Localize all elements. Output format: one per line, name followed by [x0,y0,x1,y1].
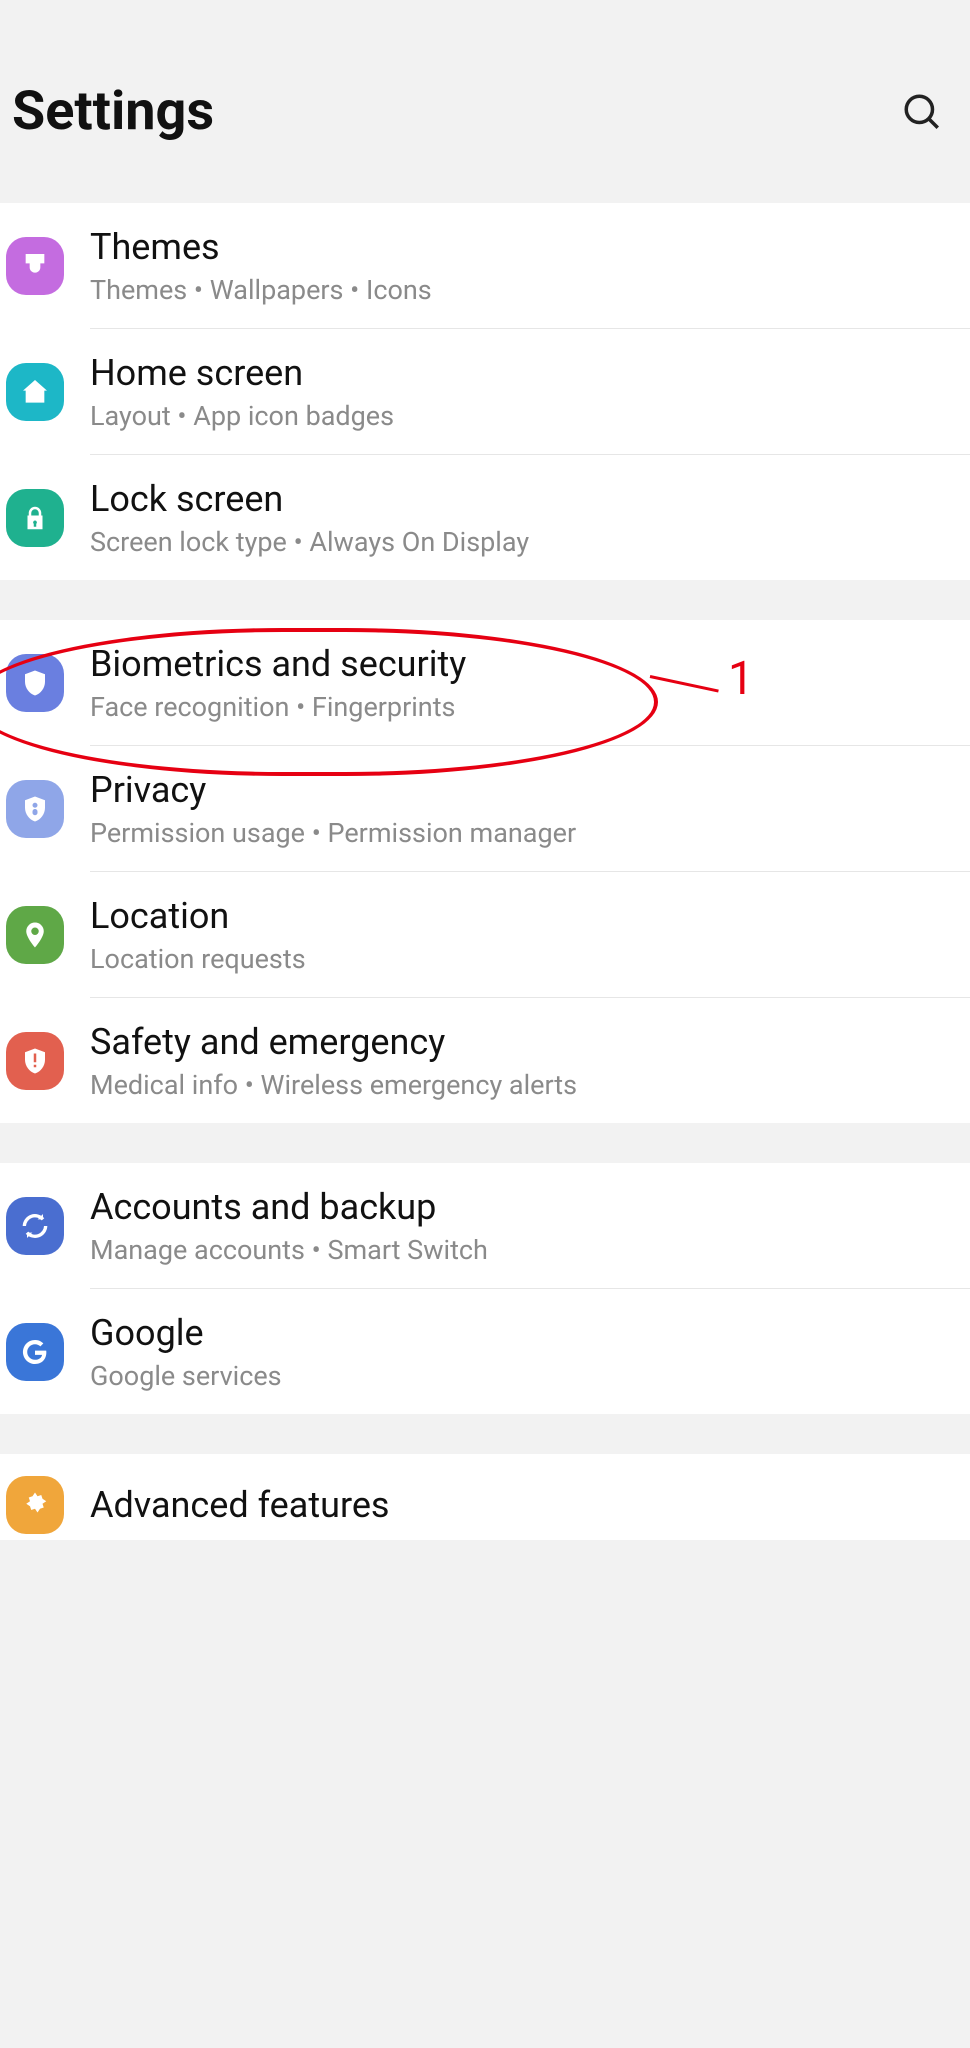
item-text: Accounts and backup Manage accounts • Sm… [90,1185,958,1266]
item-text: Biometrics and security Face recognition… [90,642,958,723]
alert-icon [6,1032,64,1090]
item-text: Lock screen Screen lock type • Always On… [90,477,958,558]
brush-icon [6,237,64,295]
item-subtitle: Google services [90,1360,958,1392]
item-text: Themes Themes • Wallpapers • Icons [90,225,958,306]
item-text: Google Google services [90,1311,958,1392]
group-gap [0,1414,970,1454]
item-title: Biometrics and security [90,642,958,687]
item-subtitle: Medical info • Wireless emergency alerts [90,1069,958,1101]
search-icon [901,91,943,133]
item-title: Advanced features [90,1483,958,1528]
app-header: Settings [0,0,970,203]
item-title: Accounts and backup [90,1185,958,1230]
sync-icon [6,1197,64,1255]
gear-icon [6,1476,64,1534]
item-subtitle: Permission usage • Permission manager [90,817,958,849]
settings-item-safety[interactable]: Safety and emergency Medical info • Wire… [0,998,970,1123]
item-subtitle: Screen lock type • Always On Display [90,526,958,558]
settings-item-home-screen[interactable]: Home screen Layout • App icon badges [0,329,970,454]
settings-group: Advanced features [0,1454,970,1540]
item-title: Safety and emergency [90,1020,958,1065]
settings-item-privacy[interactable]: Privacy Permission usage • Permission ma… [0,746,970,871]
settings-item-lock-screen[interactable]: Lock screen Screen lock type • Always On… [0,455,970,580]
google-icon [6,1323,64,1381]
shield-icon [6,654,64,712]
item-text: Advanced features [90,1483,958,1528]
page-title: Settings [12,80,214,143]
item-subtitle: Manage accounts • Smart Switch [90,1234,958,1266]
settings-item-themes[interactable]: Themes Themes • Wallpapers • Icons [0,203,970,328]
settings-group: Themes Themes • Wallpapers • Icons Home … [0,203,970,580]
item-title: Themes [90,225,958,270]
home-icon [6,363,64,421]
item-title: Location [90,894,958,939]
item-subtitle: Themes • Wallpapers • Icons [90,274,958,306]
settings-item-google[interactable]: Google Google services [0,1289,970,1414]
item-text: Home screen Layout • App icon badges [90,351,958,432]
shield-dot-icon [6,780,64,838]
group-gap [0,1123,970,1163]
item-text: Location Location requests [90,894,958,975]
settings-group: Accounts and backup Manage accounts • Sm… [0,1163,970,1414]
item-text: Privacy Permission usage • Permission ma… [90,768,958,849]
item-subtitle: Face recognition • Fingerprints [90,691,958,723]
item-title: Google [90,1311,958,1356]
item-title: Privacy [90,768,958,813]
item-subtitle: Layout • App icon badges [90,400,958,432]
item-title: Lock screen [90,477,958,522]
lock-icon [6,489,64,547]
settings-group: Biometrics and security Face recognition… [0,620,970,1123]
search-button[interactable] [898,88,946,136]
item-subtitle: Location requests [90,943,958,975]
group-gap [0,580,970,620]
item-text: Safety and emergency Medical info • Wire… [90,1020,958,1101]
settings-item-accounts[interactable]: Accounts and backup Manage accounts • Sm… [0,1163,970,1288]
item-title: Home screen [90,351,958,396]
pin-icon [6,906,64,964]
settings-item-biometrics[interactable]: Biometrics and security Face recognition… [0,620,970,745]
settings-item-advanced[interactable]: Advanced features [0,1454,970,1540]
settings-item-location[interactable]: Location Location requests [0,872,970,997]
